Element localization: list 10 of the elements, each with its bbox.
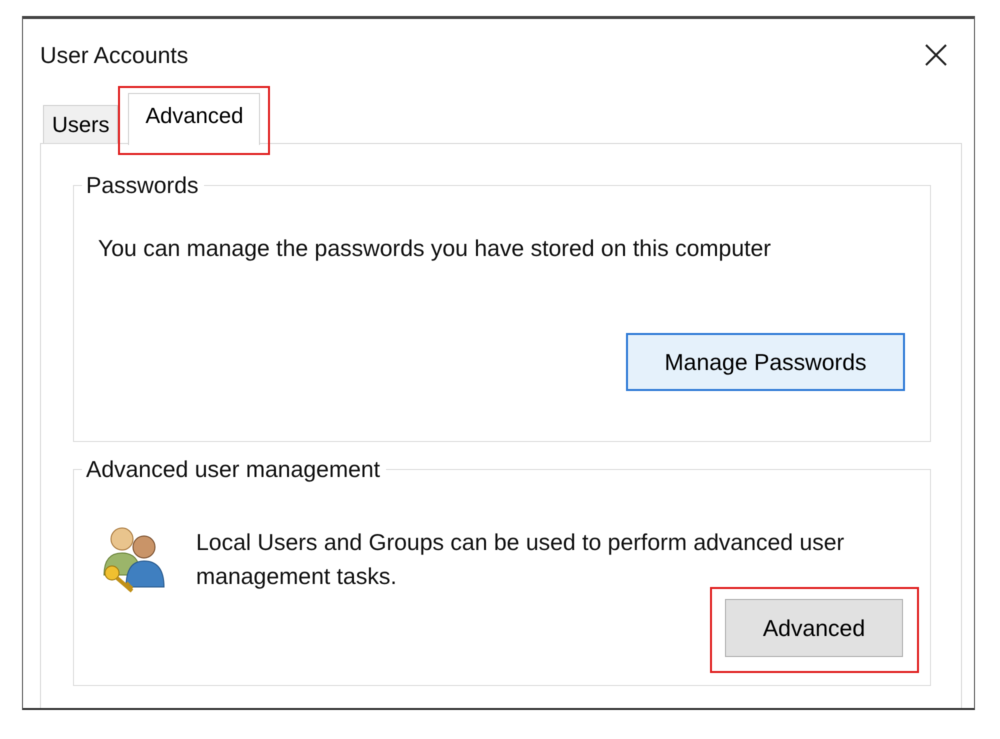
dialog-button[interactable]: Manage Passwords — [626, 333, 905, 391]
close-icon — [925, 44, 947, 66]
group-title: Passwords — [85, 172, 200, 199]
tab[interactable]: Advanced — [128, 93, 260, 145]
group-title: Advanced user management — [85, 456, 382, 483]
window-title: User Accounts — [40, 42, 188, 68]
description-text: You can manage the passwords you have stored on this computer — [98, 234, 771, 263]
description-text: Local Users and Groups can be used to perform advanced user management tasks. — [196, 528, 846, 591]
tab[interactable]: Users — [43, 105, 118, 143]
dialog-button[interactable]: Advanced — [725, 599, 903, 657]
